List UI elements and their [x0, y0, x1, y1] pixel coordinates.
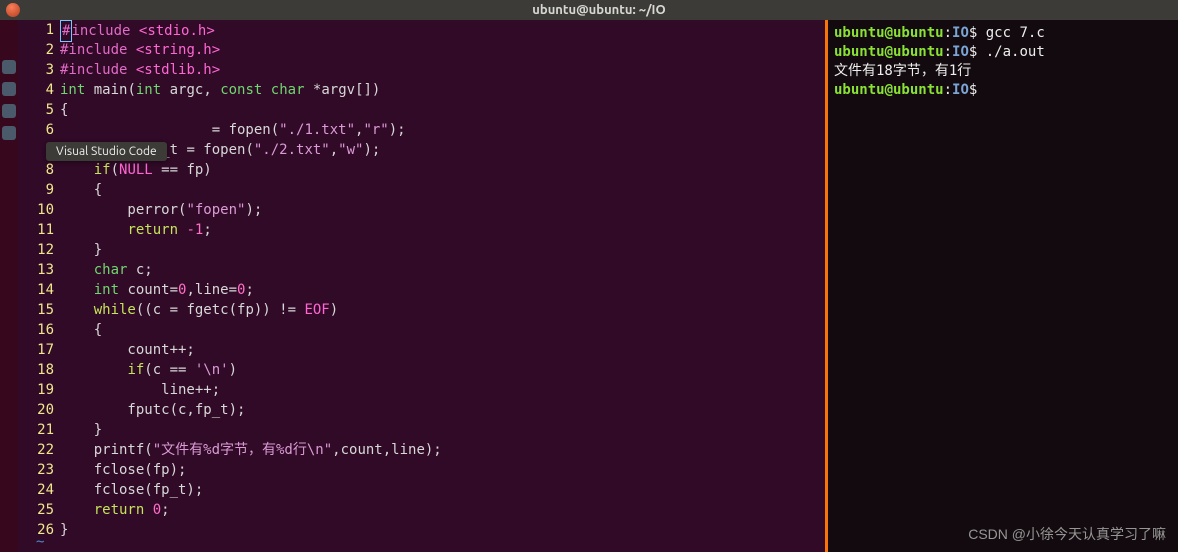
- code-line[interactable]: {: [60, 320, 825, 340]
- close-icon[interactable]: [6, 3, 20, 17]
- line-number: 13: [18, 260, 54, 280]
- launcher-icon[interactable]: [2, 60, 16, 74]
- line-number: 15: [18, 300, 54, 320]
- code-line[interactable]: #include <string.h>: [60, 40, 825, 60]
- window-title: ubuntu@ubuntu: ~/IO: [20, 0, 1178, 20]
- terminal-pane[interactable]: ubuntu@ubuntu:IO$ gcc 7.cubuntu@ubuntu:I…: [828, 20, 1178, 552]
- terminal-line: ubuntu@ubuntu:IO$ ./a.out: [834, 43, 1172, 62]
- code-line[interactable]: char c;: [60, 260, 825, 280]
- code-line[interactable]: #include <stdlib.h>: [60, 60, 825, 80]
- line-number-gutter: 1234567891011121314151617181920212223242…: [18, 20, 60, 552]
- code-line[interactable]: int main(int argc, const char *argv[]): [60, 80, 825, 100]
- code-line[interactable]: if(NULL == fp): [60, 160, 825, 180]
- code-line[interactable]: fclose(fp_t);: [60, 480, 825, 500]
- window-titlebar: ubuntu@ubuntu: ~/IO: [0, 0, 1178, 20]
- launcher-icon[interactable]: [2, 104, 16, 118]
- line-number: 4: [18, 80, 54, 100]
- line-number: 23: [18, 460, 54, 480]
- code-line[interactable]: return 0;: [60, 500, 825, 520]
- line-number: 21: [18, 420, 54, 440]
- code-line[interactable]: FILE *fp_t = fopen("./2.txt","w");: [60, 140, 825, 160]
- line-number: 9: [18, 180, 54, 200]
- launcher-bar: [0, 20, 18, 552]
- launcher-icon[interactable]: [2, 82, 16, 96]
- hover-tooltip: Visual Studio Code: [46, 142, 167, 161]
- code-line[interactable]: fclose(fp);: [60, 460, 825, 480]
- line-number: 24: [18, 480, 54, 500]
- line-number: 6: [18, 120, 54, 140]
- line-number: 8: [18, 160, 54, 180]
- line-number: 17: [18, 340, 54, 360]
- code-line[interactable]: while((c = fgetc(fp)) != EOF): [60, 300, 825, 320]
- code-line[interactable]: {: [60, 180, 825, 200]
- line-number: 19: [18, 380, 54, 400]
- vim-tilde: ~: [36, 532, 44, 552]
- line-number: 3: [18, 60, 54, 80]
- line-number: 22: [18, 440, 54, 460]
- watermark: CSDN @小徐今天认真学习了嘛: [968, 524, 1166, 544]
- code-line[interactable]: }: [60, 420, 825, 440]
- code-line[interactable]: perror("fopen");: [60, 200, 825, 220]
- line-number: 5: [18, 100, 54, 120]
- launcher-icon[interactable]: [2, 126, 16, 140]
- line-number: 18: [18, 360, 54, 380]
- line-number: 11: [18, 220, 54, 240]
- code-line[interactable]: }: [60, 240, 825, 260]
- code-line[interactable]: count++;: [60, 340, 825, 360]
- code-line[interactable]: if(c == '\n'): [60, 360, 825, 380]
- code-line[interactable]: #include <stdio.h>: [60, 20, 825, 40]
- editor-pane[interactable]: 1234567891011121314151617181920212223242…: [18, 20, 825, 552]
- line-number: 14: [18, 280, 54, 300]
- line-number: 20: [18, 400, 54, 420]
- code-line[interactable]: line++;: [60, 380, 825, 400]
- code-line[interactable]: printf("文件有%d字节，有%d行\n",count,line);: [60, 440, 825, 460]
- code-line[interactable]: = fopen("./1.txt","r");: [60, 120, 825, 140]
- code-line[interactable]: }: [60, 520, 825, 540]
- line-number: 10: [18, 200, 54, 220]
- main-area: 1234567891011121314151617181920212223242…: [0, 20, 1178, 552]
- code-line[interactable]: int count=0,line=0;: [60, 280, 825, 300]
- terminal-line: ubuntu@ubuntu:IO$: [834, 81, 1172, 100]
- line-number: 12: [18, 240, 54, 260]
- line-number: 25: [18, 500, 54, 520]
- terminal-line: ubuntu@ubuntu:IO$ gcc 7.c: [834, 24, 1172, 43]
- code-line[interactable]: fputc(c,fp_t);: [60, 400, 825, 420]
- line-number: 1: [18, 20, 54, 40]
- code-area[interactable]: #include <stdio.h>#include <string.h>#in…: [60, 20, 825, 552]
- line-number: 16: [18, 320, 54, 340]
- terminal-line: 文件有18字节，有1行: [834, 62, 1172, 81]
- line-number: 2: [18, 40, 54, 60]
- code-line[interactable]: return -1;: [60, 220, 825, 240]
- code-line[interactable]: {: [60, 100, 825, 120]
